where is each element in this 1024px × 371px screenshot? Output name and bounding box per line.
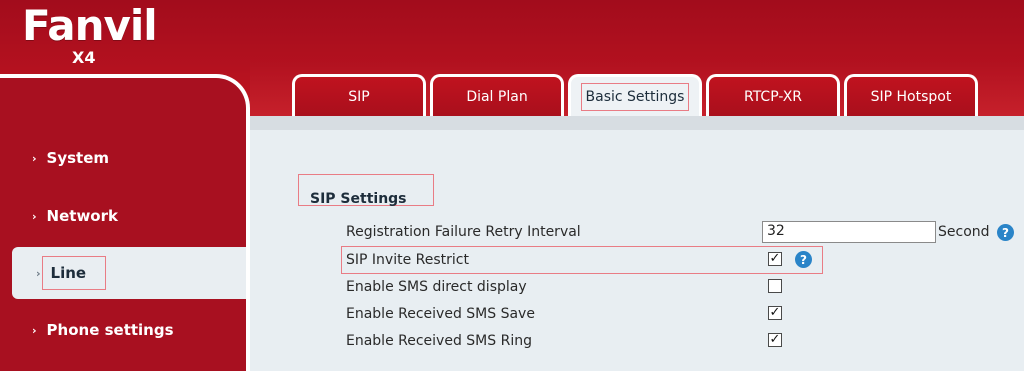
brand-logo: Fanvil [22, 1, 158, 50]
sidebar-item-line[interactable]: › Line [12, 247, 246, 299]
sidebar-item-label: Network [46, 207, 118, 225]
invite-restrict-label: SIP Invite Restrict [346, 252, 469, 268]
sms-direct-checkbox[interactable] [768, 279, 782, 293]
tab-basic-settings[interactable]: Basic Settings [568, 74, 702, 116]
tab-dial-plan[interactable]: Dial Plan [430, 74, 564, 116]
sidebar-item-label: Phone settings [46, 321, 174, 339]
sidebar-item-label: System [46, 149, 110, 167]
sidebar-item-network[interactable]: › Network [0, 190, 246, 242]
section-title: SIP Settings [310, 191, 407, 207]
chevron-right-icon: › [32, 209, 37, 223]
tab-rtcp-xr[interactable]: RTCP-XR [706, 74, 840, 116]
sidebar-item-system[interactable]: › System [0, 132, 246, 184]
sidebar-item-label: Line [50, 264, 87, 282]
retry-interval-label: Registration Failure Retry Interval [346, 224, 581, 240]
chevron-right-icon: › [32, 151, 37, 165]
sms-ring-label: Enable Received SMS Ring [346, 333, 532, 349]
tab-label: SIP Hotspot [870, 88, 952, 105]
tab-sip[interactable]: SIP [292, 74, 426, 116]
sms-ring-checkbox[interactable]: ✓ [768, 333, 782, 347]
tab-label: RTCP-XR [743, 88, 803, 105]
invite-restrict-checkbox[interactable]: ✓ [768, 252, 782, 266]
help-icon[interactable]: ? [795, 251, 812, 268]
retry-interval-unit: Second [938, 224, 990, 240]
help-icon[interactable]: ? [997, 224, 1014, 241]
chevron-right-icon: › [32, 323, 37, 337]
tab-sip-hotspot[interactable]: SIP Hotspot [844, 74, 978, 116]
sms-save-checkbox[interactable]: ✓ [768, 306, 782, 320]
chevron-right-icon: › [36, 266, 41, 280]
sidebar-item-phone-settings[interactable]: › Phone settings [0, 304, 246, 356]
tab-label: Basic Settings [580, 82, 690, 111]
sms-save-label: Enable Received SMS Save [346, 306, 535, 322]
sms-direct-label: Enable SMS direct display [346, 279, 527, 295]
retry-interval-input[interactable]: 32 [762, 221, 936, 243]
tab-bar: SIP Dial Plan Basic Settings RTCP-XR SIP… [292, 74, 978, 118]
tab-label: SIP [348, 88, 370, 105]
tab-label: Dial Plan [466, 88, 528, 105]
model-label: X4 [72, 48, 96, 67]
